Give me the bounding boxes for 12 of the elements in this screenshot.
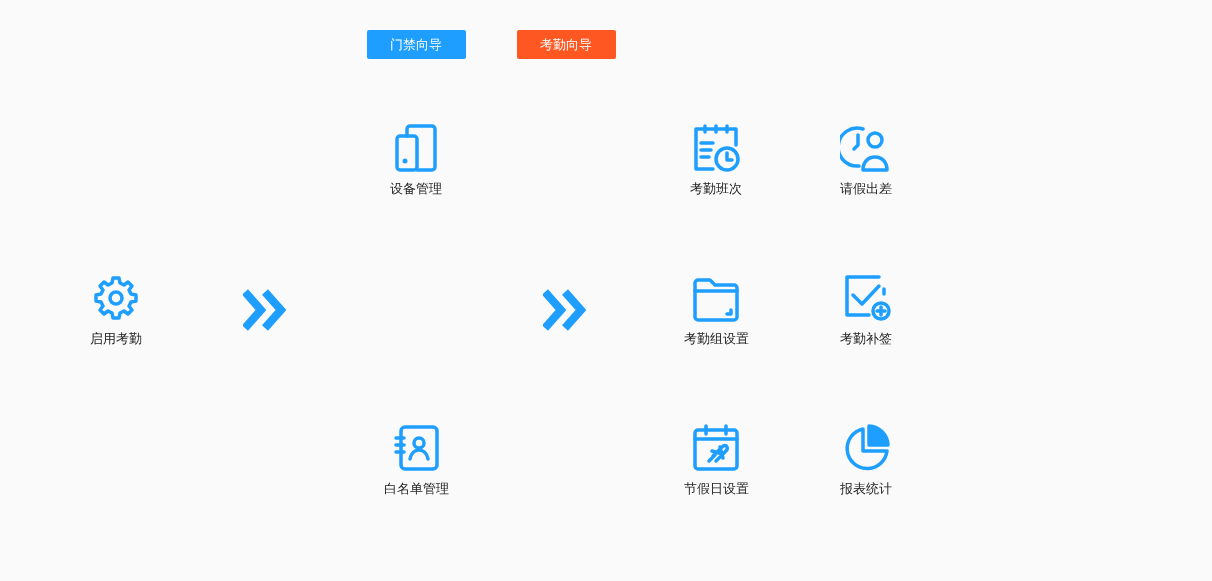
tile-label[interactable]: 白名单管理 xyxy=(383,480,449,498)
tile-label[interactable]: 报表统计 xyxy=(840,480,892,498)
double-chevron-icon xyxy=(243,289,289,331)
tile-label[interactable]: 考勤组设置 xyxy=(683,330,749,348)
tile-label[interactable]: 考勤班次 xyxy=(690,180,742,198)
tile-label[interactable]: 考勤补签 xyxy=(840,330,892,348)
tile-label[interactable]: 设备管理 xyxy=(390,180,442,198)
tile-label[interactable]: 启用考勤 xyxy=(90,330,142,348)
calendar-plane-icon[interactable] xyxy=(690,422,742,474)
tile-label[interactable]: 请假出差 xyxy=(840,180,892,198)
tile-label[interactable]: 节假日设置 xyxy=(683,480,749,498)
double-chevron-icon xyxy=(543,289,589,331)
